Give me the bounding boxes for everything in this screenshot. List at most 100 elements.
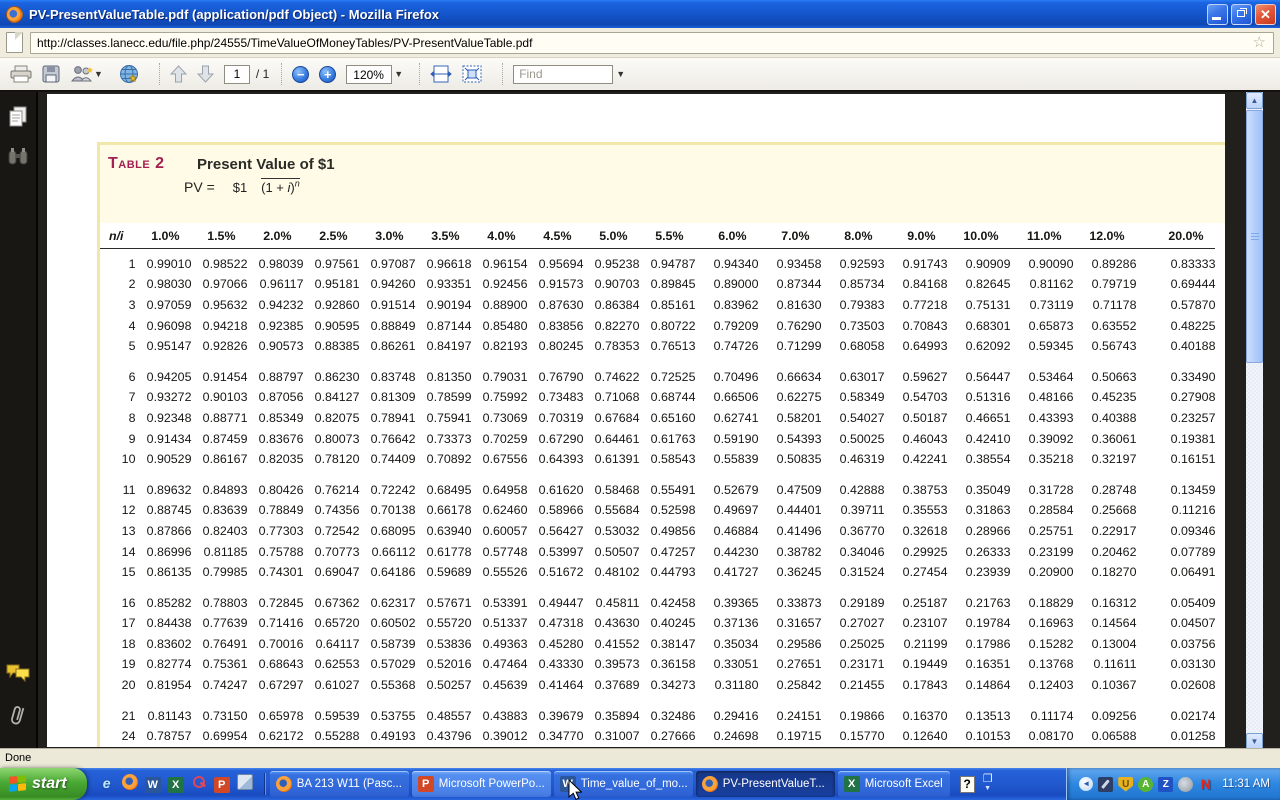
table-row: 20.980300.970660.961170.951810.942600.93… (100, 274, 1215, 295)
table-cell: 0.91573 (527, 274, 583, 295)
scroll-up-button[interactable]: ▲ (1246, 92, 1263, 109)
help-icon[interactable]: ? (960, 776, 975, 793)
table-cell: 0.71299 (758, 336, 821, 357)
table-cell: 0.26333 (947, 541, 1010, 562)
key-icon (191, 774, 207, 790)
fit-page-button[interactable] (462, 65, 482, 83)
vertical-scrollbar[interactable]: ▲ ▼ (1246, 92, 1263, 748)
find-dropdown-icon[interactable]: ▼ (616, 69, 625, 79)
sidebar-tab-pages[interactable] (8, 106, 28, 133)
find-input[interactable] (513, 65, 613, 84)
email-button[interactable]: ▼ (70, 65, 109, 83)
table-cell: 0.79383 (821, 295, 884, 316)
fit-width-button[interactable] (430, 65, 452, 83)
quick-launch-word[interactable]: W (145, 775, 161, 793)
binoculars-icon (7, 147, 29, 167)
quick-launch-key[interactable] (191, 774, 207, 795)
taskbar-button[interactable]: PMicrosoft PowerPo... (412, 771, 551, 797)
restore-button[interactable] (1231, 4, 1252, 25)
zoom-dropdown-icon[interactable]: ▼ (394, 69, 403, 79)
table-cell: 0.55720 (415, 613, 471, 634)
zoom-out-button[interactable]: − (292, 66, 309, 83)
scroll-down-button[interactable]: ▼ (1246, 733, 1263, 748)
sidebar-tab-bookmarks[interactable] (7, 147, 29, 172)
scrollbar-thumb[interactable] (1246, 110, 1263, 363)
table-cell: 0.79985 (191, 562, 247, 583)
column-header: 12.0% (1073, 223, 1136, 249)
table-cell: 0.97087 (359, 254, 415, 275)
table-cell: 0.98039 (247, 254, 303, 275)
quick-launch-desktop[interactable] (237, 774, 253, 795)
start-button[interactable]: start (0, 768, 87, 800)
novell-icon[interactable]: N (1198, 777, 1213, 792)
quick-launch-excel[interactable]: X (168, 775, 184, 793)
quick-launch-firefox[interactable] (122, 774, 138, 795)
taskbar-button[interactable]: PV-PresentValueT... (696, 771, 835, 797)
table-cell: 0.43330 (527, 654, 583, 675)
table-row: 120.887450.836390.788490.743560.701380.6… (100, 500, 1215, 521)
start-label: start (32, 775, 67, 793)
row-gap (100, 469, 1215, 479)
table-cell: 0.27666 (639, 726, 695, 747)
pdf-document-area: Table 2 Present Value of $1 PV = $1 (1 +… (40, 92, 1263, 748)
table-cell: 0.86167 (191, 449, 247, 470)
table-cell: 0.45639 (471, 675, 527, 696)
table-card-header: Table 2 Present Value of $1 PV = $1 (1 +… (100, 145, 1225, 223)
table-cell: 0.68301 (947, 315, 1010, 336)
print-button[interactable] (10, 65, 32, 83)
taskbar-button[interactable]: XMicrosoft Excel - r... (838, 771, 950, 797)
table-cell: 0.28748 (1073, 479, 1136, 500)
table-cell: 0.71416 (247, 613, 303, 634)
table-cell: 0.64461 (583, 428, 639, 449)
bookmark-star-icon[interactable]: ☆ (1253, 35, 1266, 50)
table-cell: 0.82075 (303, 408, 359, 429)
hide-icons-button[interactable]: ◄ (1079, 777, 1093, 791)
column-header: 4.5% (527, 223, 583, 249)
save-button[interactable] (42, 65, 60, 83)
table-cell: 0.84197 (415, 336, 471, 357)
pdf-page: Table 2 Present Value of $1 PV = $1 (1 +… (47, 94, 1225, 747)
column-header: 8.0% (821, 223, 884, 249)
close-icon: ✕ (1256, 5, 1275, 24)
page-number-input[interactable] (224, 65, 250, 84)
table-cell: 0.74409 (359, 449, 415, 470)
zoom-level-select[interactable]: 120% (346, 65, 392, 84)
url-input[interactable] (30, 32, 1274, 54)
table-cell: 0.64393 (527, 449, 583, 470)
column-header: 7.0% (758, 223, 821, 249)
restore-window-icon[interactable]: ❐▼ (983, 774, 993, 794)
browser-window: PV-PresentValueTable.pdf (application/pd… (0, 0, 1280, 800)
volume-icon[interactable] (1178, 777, 1193, 792)
table-cell: 0.89000 (695, 274, 758, 295)
table-cell: 0.68643 (247, 654, 303, 675)
table-cell: 0.19381 (1136, 428, 1215, 449)
antivirus-icon[interactable]: A (1138, 777, 1153, 792)
next-page-button[interactable] (197, 65, 214, 83)
table-cell: 0.98030 (135, 274, 191, 295)
fit-width-icon (430, 65, 452, 83)
table-cell: 0.18270 (1073, 562, 1136, 583)
table-cell: 0.64117 (303, 634, 359, 655)
minimize-button[interactable] (1207, 4, 1228, 25)
window-titlebar: PV-PresentValueTable.pdf (application/pd… (0, 0, 1280, 28)
sidebar-tab-attachments[interactable] (8, 703, 28, 734)
sidebar-tab-comments[interactable] (5, 662, 31, 687)
table-cell: 0.13513 (947, 705, 1010, 726)
close-button[interactable]: ✕ (1255, 4, 1276, 25)
shield-icon[interactable]: U (1118, 777, 1133, 792)
table-cell: 0.03130 (1136, 654, 1215, 675)
table-cell: 0.37689 (583, 675, 639, 696)
table-cell: 0.14864 (947, 675, 1010, 696)
z-app-icon[interactable]: Z (1158, 777, 1173, 792)
table-row: 210.811430.731500.659780.595390.537550.4… (100, 705, 1215, 726)
maintenance-icon[interactable] (1098, 777, 1113, 792)
previous-page-button[interactable] (170, 65, 187, 83)
table-cell: 0.95238 (583, 254, 639, 275)
row-gap (100, 695, 1215, 705)
zoom-in-button[interactable]: + (319, 66, 336, 83)
table-cell: 0.92456 (471, 274, 527, 295)
taskbar-button[interactable]: BA 213 W11 (Pasc... (270, 771, 409, 797)
web-button[interactable] (119, 64, 139, 84)
quick-launch-powerpoint[interactable]: P (214, 775, 230, 793)
quick-launch-ie[interactable]: e (99, 775, 115, 793)
